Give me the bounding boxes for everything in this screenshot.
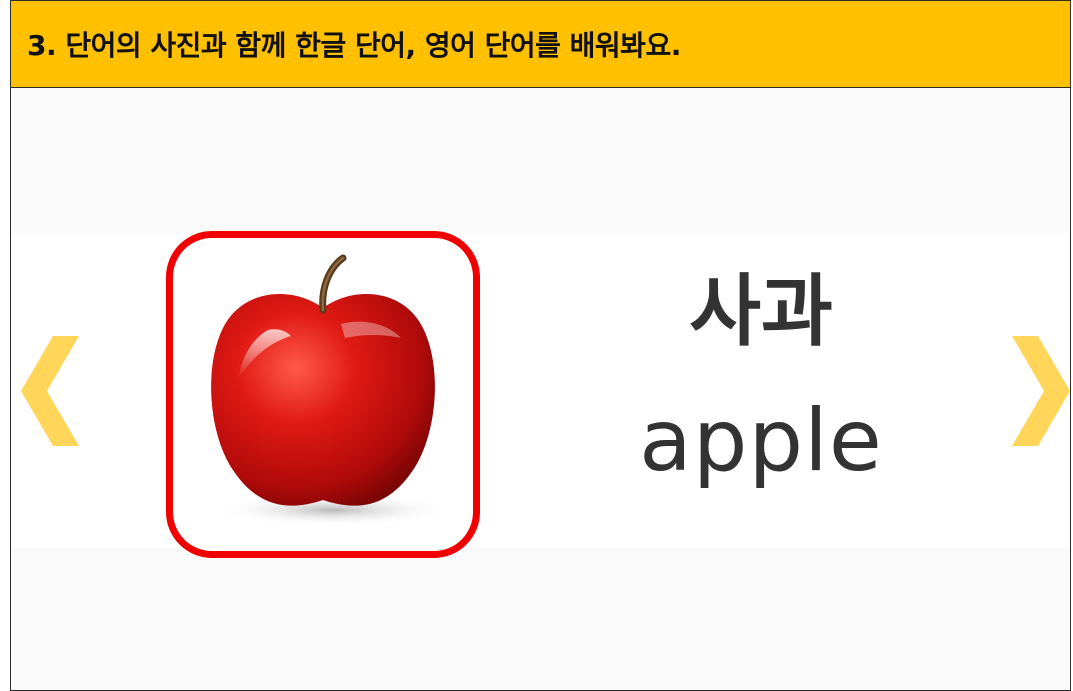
next-button[interactable] [1000, 336, 1070, 446]
korean-word: 사과 [689, 267, 833, 357]
prev-button[interactable] [21, 336, 91, 446]
english-word: apple [639, 391, 883, 491]
flashcard-stage: 사과 apple [10, 88, 1071, 691]
chevron-left-icon [21, 336, 79, 446]
word-photo [166, 231, 480, 558]
apple-image [211, 254, 453, 526]
instruction-header: 3. 단어의 사진과 함께 한글 단어, 영어 단어를 배워봐요. [10, 0, 1071, 88]
chevron-right-icon [1012, 336, 1070, 446]
instruction-title: 3. 단어의 사진과 함께 한글 단어, 영어 단어를 배워봐요. [27, 29, 681, 62]
